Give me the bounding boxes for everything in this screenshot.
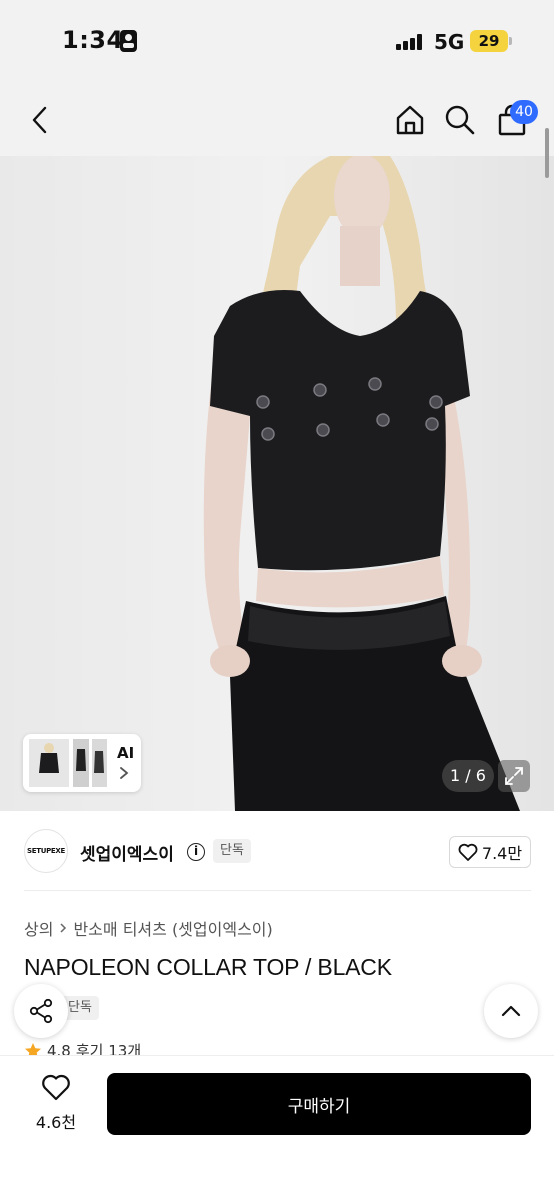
- wishlist-button[interactable]: 4.6천: [30, 1073, 82, 1133]
- chevron-up-icon: [501, 1005, 521, 1017]
- chevron-right-icon: [60, 923, 67, 933]
- cart-count-badge: 40: [510, 100, 538, 124]
- scroll-top-button[interactable]: [484, 984, 538, 1038]
- breadcrumb-category[interactable]: 상의: [24, 916, 53, 940]
- divider: [24, 890, 531, 891]
- status-time: 1:34: [62, 26, 124, 54]
- battery-level: 29: [470, 30, 508, 52]
- back-button[interactable]: [22, 102, 58, 138]
- heart-icon: [42, 1074, 70, 1101]
- buy-button[interactable]: 구매하기: [107, 1073, 531, 1135]
- brand-logo[interactable]: SETUPEXE: [24, 829, 68, 873]
- breadcrumb: 상의 반소매 티셔츠 (셋업이엑스이): [24, 916, 273, 940]
- brand-logo-text: SETUPEXE: [27, 847, 65, 855]
- search-icon: [445, 105, 475, 135]
- brand-like-button[interactable]: 7.4만: [449, 836, 531, 868]
- home-icon: [396, 105, 424, 135]
- battery-tip: [509, 37, 512, 45]
- top-navigation: [0, 84, 554, 156]
- home-button[interactable]: [392, 102, 428, 138]
- contact-card-icon: [120, 30, 137, 52]
- scrollbar[interactable]: [545, 128, 549, 178]
- thumbnail-images: [29, 739, 107, 787]
- product-image[interactable]: [0, 156, 554, 811]
- ai-styling-card[interactable]: AI: [23, 734, 141, 792]
- product-title: NAPOLEON COLLAR TOP / BLACK: [24, 954, 392, 980]
- info-icon[interactable]: i: [187, 843, 205, 861]
- search-button[interactable]: [442, 102, 478, 138]
- share-button[interactable]: [14, 984, 68, 1038]
- network-type: 5G: [434, 30, 465, 54]
- ai-label: AI: [117, 744, 135, 762]
- breadcrumb-subcategory[interactable]: 반소매 티셔츠 (셋업이엑스이): [73, 916, 272, 940]
- cellular-signal-icon: [396, 34, 424, 50]
- expand-button[interactable]: [498, 760, 530, 792]
- brand-name[interactable]: 셋업이엑스이: [80, 840, 174, 865]
- wishlist-count: 4.6천: [35, 1113, 77, 1132]
- brand-like-count: 7.4만: [481, 844, 523, 863]
- exclusive-tag: 단독: [213, 839, 251, 863]
- heart-icon: [458, 843, 478, 861]
- share-icon: [29, 998, 53, 1024]
- model-photo: [0, 156, 554, 811]
- status-bar: 1:34 5G 29: [0, 0, 554, 84]
- expand-icon: [505, 767, 523, 785]
- chevron-left-icon: [32, 106, 47, 134]
- chevron-right-icon: [120, 767, 129, 779]
- image-pager: 1 / 6: [442, 760, 494, 792]
